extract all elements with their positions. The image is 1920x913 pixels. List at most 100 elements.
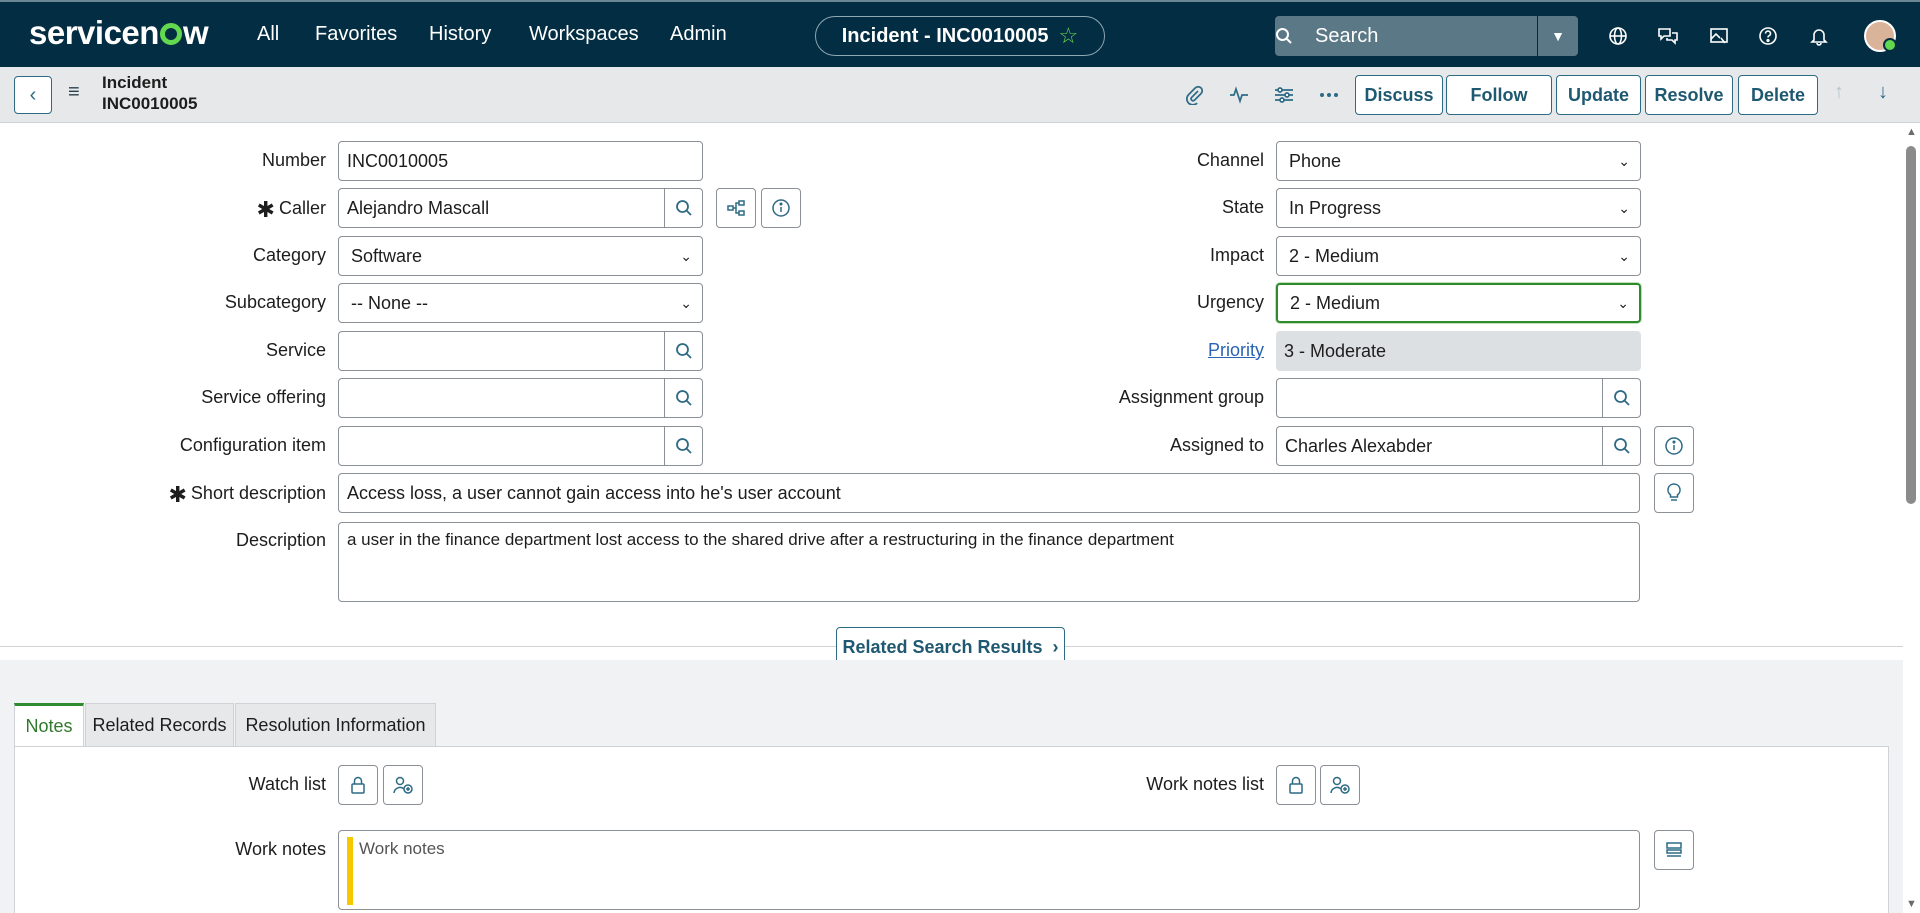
add-user-icon: [393, 776, 413, 794]
configuration-item-label: Configuration item: [179, 435, 326, 455]
subcategory-value: -- None --: [351, 292, 429, 313]
help-icon[interactable]: [1756, 24, 1780, 48]
impact-select[interactable]: 2 - Medium ⌄: [1276, 236, 1641, 276]
state-select[interactable]: In Progress ⌄: [1276, 188, 1641, 228]
urgency-label: Urgency: [1196, 292, 1264, 312]
activity-icon[interactable]: [1227, 83, 1251, 107]
servicenow-logo[interactable]: serviceservicenownw: [29, 14, 209, 52]
priority-field: 3 - Moderate: [1276, 331, 1641, 371]
short-description-value: Access loss, a user cannot gain access i…: [347, 482, 841, 503]
lightbulb-icon: [1666, 483, 1682, 503]
chevron-down-icon: ⌄: [1618, 247, 1630, 264]
back-button[interactable]: ‹: [14, 76, 52, 114]
priority-link[interactable]: Priority: [1208, 340, 1264, 361]
suggestion-button[interactable]: [1654, 473, 1694, 513]
global-search[interactable]: Search: [1275, 16, 1537, 56]
discuss-button[interactable]: Discuss: [1355, 75, 1443, 115]
tab-related-records[interactable]: Related Records: [85, 703, 234, 746]
caller-info-button[interactable]: [761, 188, 801, 228]
follow-button[interactable]: Follow: [1446, 75, 1552, 115]
assignment-group-field[interactable]: [1276, 378, 1641, 418]
hierarchy-icon: [727, 199, 745, 217]
work-notes-list-add-me-button[interactable]: [1320, 765, 1360, 805]
service-offering-label: Service offering: [201, 387, 326, 407]
delete-button[interactable]: Delete: [1738, 75, 1818, 115]
category-value: Software: [351, 245, 423, 266]
show-related-button[interactable]: [716, 188, 756, 228]
watch-list-lock-button[interactable]: [338, 765, 378, 805]
hamburger-icon[interactable]: ≡: [68, 81, 80, 104]
assigned-to-info-button[interactable]: [1654, 426, 1694, 466]
assigned-to-field[interactable]: Charles Alexabder: [1276, 426, 1641, 466]
configuration-item-field[interactable]: [338, 426, 703, 466]
chat-icon[interactable]: [1656, 24, 1680, 48]
category-label: Category: [252, 245, 326, 265]
record-number: INC0010005: [102, 94, 198, 113]
description-label: Description: [235, 530, 326, 550]
tab-notes[interactable]: Notes: [14, 703, 84, 746]
tab-resolution-information[interactable]: Resolution Information: [235, 703, 436, 746]
channel-select[interactable]: Phone ⌄: [1276, 141, 1641, 181]
assignment-group-label: Assignment group: [1118, 387, 1264, 407]
assigned-to-value: Charles Alexabder: [1285, 435, 1433, 456]
search-icon[interactable]: [664, 427, 702, 465]
image-inspect-icon[interactable]: [1707, 24, 1731, 48]
related-search-label: Related Search Results: [842, 636, 1043, 657]
short-description-field[interactable]: Access loss, a user cannot gain access i…: [338, 473, 1640, 513]
bell-icon[interactable]: [1807, 24, 1831, 48]
urgency-select[interactable]: 2 - Medium ⌄: [1276, 283, 1641, 323]
search-icon[interactable]: [1602, 379, 1640, 417]
arrow-up-icon[interactable]: ↑: [1834, 81, 1844, 104]
chevron-down-icon: ⌄: [1617, 294, 1629, 311]
urgency-value: 2 - Medium: [1290, 292, 1381, 313]
search-icon[interactable]: [1602, 427, 1640, 465]
star-icon[interactable]: ☆: [1059, 23, 1079, 49]
nav-workspaces[interactable]: Workspaces: [529, 23, 639, 46]
nav-all[interactable]: All: [257, 23, 279, 46]
globe-icon[interactable]: [1606, 24, 1630, 48]
search-icon[interactable]: [664, 332, 702, 370]
scroll-down-icon[interactable]: ▼: [1906, 898, 1917, 910]
more-options-icon[interactable]: [1317, 83, 1341, 107]
lock-icon: [350, 776, 366, 794]
chevron-down-icon: ⌄: [680, 294, 692, 311]
scrollbar-thumb[interactable]: [1906, 146, 1916, 504]
service-offering-field[interactable]: [338, 378, 703, 418]
attachment-icon[interactable]: [1182, 83, 1206, 107]
service-label: Service: [265, 340, 326, 360]
impact-label: Impact: [1209, 245, 1264, 265]
search-icon[interactable]: [664, 189, 702, 227]
work-notes-list-lock-button[interactable]: [1276, 765, 1316, 805]
number-value: INC0010005: [347, 150, 449, 171]
nav-admin[interactable]: Admin: [670, 23, 727, 46]
scroll-up-icon[interactable]: ▲: [1906, 126, 1917, 138]
chevron-left-icon: ‹: [29, 83, 37, 106]
chevron-down-icon: ⌄: [1618, 152, 1630, 169]
record-header: ‹ ≡ Incident INC0010005 Discuss Follow U…: [0, 67, 1920, 123]
caller-field[interactable]: Alejandro Mascall: [338, 188, 703, 228]
search-scope-dropdown[interactable]: ▼: [1538, 16, 1578, 56]
category-select[interactable]: Software ⌄: [338, 236, 703, 276]
compose-toggle-button[interactable]: [1654, 830, 1694, 870]
search-placeholder: Search: [1315, 24, 1379, 47]
search-icon[interactable]: [664, 379, 702, 417]
number-field[interactable]: INC0010005: [338, 141, 703, 181]
number-label: Number: [261, 150, 326, 170]
resolve-button[interactable]: Resolve: [1645, 75, 1733, 115]
avatar[interactable]: [1864, 20, 1897, 52]
channel-value: Phone: [1289, 150, 1342, 171]
record-pill[interactable]: Incident - INC0010005 ☆: [815, 16, 1105, 56]
personalize-icon[interactable]: [1272, 83, 1296, 107]
info-icon: [1664, 436, 1684, 456]
update-button[interactable]: Update: [1556, 75, 1641, 115]
service-field[interactable]: [338, 331, 703, 371]
nav-history[interactable]: History: [429, 23, 491, 46]
subcategory-select[interactable]: -- None -- ⌄: [338, 283, 703, 323]
watch-list-add-me-button[interactable]: [383, 765, 423, 805]
arrow-down-icon[interactable]: ↓: [1878, 81, 1888, 104]
work-notes-indicator: [347, 837, 353, 905]
lock-icon: [1288, 776, 1304, 794]
nav-favorites[interactable]: Favorites: [315, 23, 397, 46]
description-textarea[interactable]: a user in the finance department lost ac…: [338, 522, 1640, 602]
work-notes-textarea[interactable]: Work notes: [338, 830, 1640, 910]
